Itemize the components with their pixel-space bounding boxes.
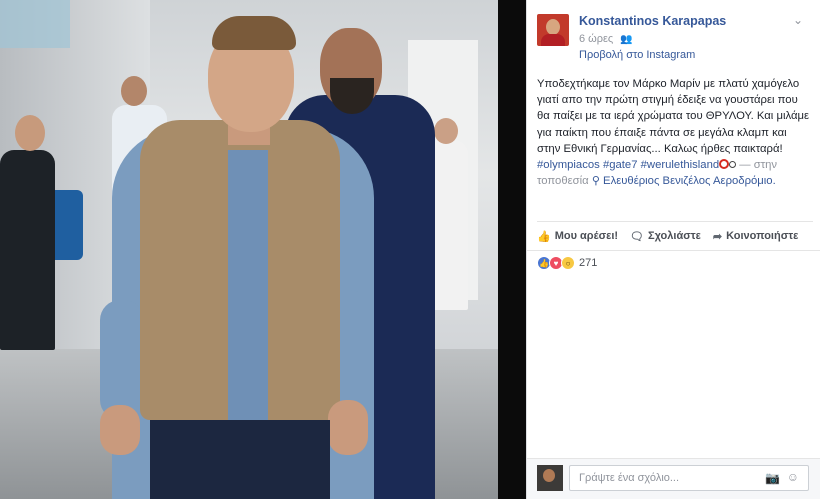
photo-bystander [0,150,55,350]
white-circle-emoji-icon [729,161,737,169]
avatar-shirt [541,34,565,46]
hashtag-link[interactable]: #werulethisland [641,159,720,171]
viewer-avatar-face [543,469,555,482]
post-time[interactable]: 6 ώρες [579,33,613,45]
avatar-face [546,19,560,35]
divider [537,221,813,222]
thumbs-up-icon: 👍 [537,230,551,243]
instagram-link[interactable]: Προβολή στο Instagram [579,49,695,61]
post-text: Υποδεχτήκαμε τον Μάρκο Μαρίν με πλατύ χα… [537,76,813,189]
emoji-icon[interactable]: ☺ [787,470,799,484]
comment-icon: 🗨 [630,230,645,243]
comment-bar: Γράψτε ένα σχόλιο... 📷 ☺ [527,458,820,499]
post-actions: 👍 Μου αρέσει! 🗨 Σχολιάστε ➦ Κοινοποιήστε [537,226,813,246]
author-avatar[interactable] [537,14,569,46]
comment-placeholder: Γράψτε ένα σχόλιο... [579,472,680,484]
reactions-summary[interactable]: 👍 ♥ ○ 271 [537,256,597,270]
location-pin-icon: ⚲ [591,175,600,188]
comment-input[interactable]: Γράψτε ένα σχόλιο... 📷 ☺ [569,465,809,491]
hashtag-link[interactable]: #gate7 [603,159,638,171]
share-label: Κοινοποιήστε [726,230,799,242]
hashtag-link[interactable]: #olympiacos [537,159,600,171]
comment-button[interactable]: 🗨 Σχολιάστε [630,230,701,243]
location-link[interactable]: Ελευθέριος Βενιζέλος Αεροδρόμιο. [603,175,776,187]
photo-main-man-hand [328,400,368,455]
friends-icon: 👥 [620,34,633,45]
photo-bystander-head [434,118,458,144]
author-name[interactable]: Konstantinos Karapapas [579,14,726,28]
share-button[interactable]: ➦ Κοινοποιήστε [713,230,798,243]
photo-main-man-hand [100,405,140,455]
post-body: Υποδεχτήκαμε τον Μάρκο Μαρίν με πλατύ χα… [537,78,810,155]
photo-main-man-hair [212,16,296,50]
like-button[interactable]: 👍 Μου αρέσει! [537,230,618,243]
red-circle-emoji-icon [719,159,730,170]
reaction-count[interactable]: 271 [579,257,597,269]
photo-window [0,0,70,48]
photo-main-man-vest-opening [228,150,268,420]
share-icon: ➦ [712,230,723,243]
photo-main-man-arm [100,300,144,420]
like-label: Μου αρέσει! [554,230,619,242]
comment-label: Σχολιάστε [648,230,701,242]
wow-reaction-icon: ○ [561,256,575,270]
chevron-down-icon[interactable]: ⌄ [793,13,803,27]
post-photo[interactable] [0,0,498,499]
camera-icon[interactable]: 📷 [765,471,780,485]
photo-main-man-jeans [150,420,330,499]
post-panel: Konstantinos Karapapas ⌄ 6 ώρες 👥 Προβολ… [526,0,820,499]
post-meta: 6 ώρες 👥 [579,33,633,45]
viewer-avatar [537,465,563,491]
photo-bystander-head [15,115,45,151]
photo-bystander-head [121,76,147,106]
photo-stage[interactable] [0,0,526,499]
divider [527,250,820,251]
